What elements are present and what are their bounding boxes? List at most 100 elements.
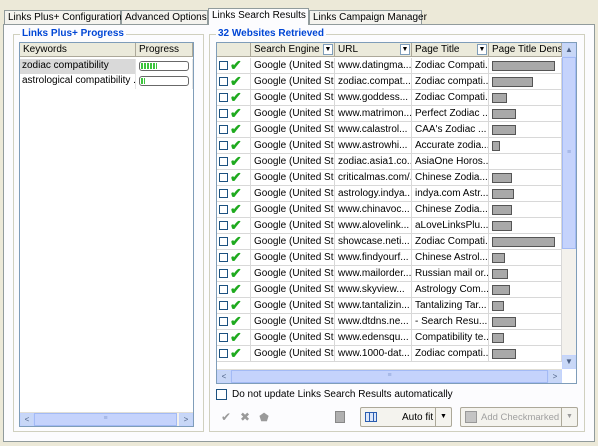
- row-checkbox[interactable]: [219, 237, 228, 246]
- url-cell: www.alovelink...: [335, 218, 412, 234]
- tab-links-plus-configuration[interactable]: Links Plus+ Configuration: [4, 10, 122, 24]
- check-selected-button[interactable]: ✔: [217, 408, 235, 426]
- scroll-right-button[interactable]: >: [179, 413, 193, 426]
- tab-links-campaign-manager[interactable]: Links Campaign Manager: [309, 10, 427, 24]
- filter-dropdown-icon[interactable]: ▼: [477, 44, 487, 55]
- add-checkmarked-dropdown-arrow-icon[interactable]: ▼: [561, 408, 577, 426]
- table-row[interactable]: ✔ Google (United St... www.calastrol... CAA…: [217, 122, 562, 138]
- scroll-right-button[interactable]: >: [548, 370, 562, 383]
- table-row[interactable]: ✔ Google (United St... zodiac.compat... Zod…: [217, 74, 562, 90]
- uncheck-selected-button[interactable]: ✖: [236, 408, 254, 426]
- filter-dropdown-icon[interactable]: ▼: [400, 44, 410, 55]
- list-item[interactable]: astrological compatibility ...: [20, 74, 193, 89]
- row-checkbox[interactable]: [219, 141, 228, 150]
- row-checkbox[interactable]: [219, 349, 228, 358]
- row-checkbox[interactable]: [219, 317, 228, 326]
- tab-links-search-results[interactable]: Links Search Results: [208, 8, 309, 25]
- table-row[interactable]: ✔ Google (United St... www.matrimon... Perf…: [217, 106, 562, 122]
- row-checkbox[interactable]: [219, 109, 228, 118]
- page-title-cell: Chinese Zodia...: [412, 202, 489, 218]
- url-cell: www.edensqu...: [335, 330, 412, 346]
- progress-cell: [136, 74, 193, 89]
- row-checkbox[interactable]: [219, 333, 228, 342]
- table-row[interactable]: ✔ Google (United St... www.goddess... Zodia…: [217, 90, 562, 106]
- table-row[interactable]: ✔ Google (United St... www.1000-dat... Zodi…: [217, 346, 562, 362]
- row-checkbox[interactable]: [219, 269, 228, 278]
- scroll-thumb[interactable]: ≡: [231, 370, 548, 383]
- tab-advanced-options[interactable]: Advanced Options: [121, 10, 208, 24]
- row-checkbox[interactable]: [219, 285, 228, 294]
- column-header-page-title-density[interactable]: Page Title Density: [489, 43, 562, 57]
- scroll-down-button[interactable]: ▼: [562, 355, 576, 369]
- row-checkbox[interactable]: [219, 77, 228, 86]
- no-update-option[interactable]: Do not update Links Search Results autom…: [216, 389, 453, 400]
- tab-label: Advanced Options: [125, 12, 207, 23]
- density-cell: [489, 234, 562, 250]
- density-cell: [489, 282, 562, 298]
- row-checkbox[interactable]: [219, 157, 228, 166]
- table-row[interactable]: ✔ Google (United St... showcase.neti... Zod…: [217, 234, 562, 250]
- density-bar: [492, 93, 507, 103]
- table-row[interactable]: ✔ Google (United St... www.findyourf... Chi…: [217, 250, 562, 266]
- results-hscrollbar[interactable]: < ≡ >: [217, 369, 562, 383]
- search-engine-cell: Google (United St...: [251, 202, 335, 218]
- checkmark-icon: ✔: [230, 186, 242, 201]
- row-check-cell: ✔: [217, 138, 251, 154]
- results-vscrollbar[interactable]: ▲ ≡ ▼: [562, 43, 576, 369]
- table-row[interactable]: ✔ Google (United St... www.astrowhi... Accu…: [217, 138, 562, 154]
- table-row[interactable]: ✔ Google (United St... criticalmas.com/...…: [217, 170, 562, 186]
- search-results-grid[interactable]: Search Engine ▼ URL ▼ Page Title ▼ Page Tit…: [216, 42, 577, 384]
- page-title-cell: Chinese Astrol...: [412, 250, 489, 266]
- column-header-keywords[interactable]: Keywords: [20, 43, 136, 57]
- table-row[interactable]: ✔ Google (United St... zodiac.asia1.co... A…: [217, 154, 562, 170]
- row-checkbox[interactable]: [219, 189, 228, 198]
- progress-bar-fill: [141, 63, 157, 69]
- no-update-checkbox[interactable]: [216, 389, 227, 400]
- row-checkbox[interactable]: [219, 125, 228, 134]
- filter-button[interactable]: ⬟: [255, 408, 273, 426]
- url-cell: www.astrowhi...: [335, 138, 412, 154]
- table-row[interactable]: ✔ Google (United St... www.dtdns.ne... - S…: [217, 314, 562, 330]
- column-header-search-engine[interactable]: Search Engine ▼: [251, 43, 335, 57]
- column-header-url[interactable]: URL ▼: [335, 43, 412, 57]
- row-checkbox[interactable]: [219, 61, 228, 70]
- density-cell: [489, 154, 562, 170]
- no-update-label: Do not update Links Search Results autom…: [232, 389, 453, 400]
- list-item[interactable]: zodiac compatibility: [20, 59, 193, 74]
- scroll-left-button[interactable]: <: [20, 413, 34, 426]
- table-row[interactable]: ✔ Google (United St... www.edensqu... Compa…: [217, 330, 562, 346]
- density-bar: [492, 221, 512, 231]
- autofit-button[interactable]: Auto fit ▼: [360, 407, 452, 427]
- scroll-thumb[interactable]: ≡: [562, 57, 576, 249]
- keyword-list-hscrollbar[interactable]: < ≡ >: [20, 412, 193, 426]
- row-checkbox[interactable]: [219, 93, 228, 102]
- density-bar: [492, 253, 505, 263]
- column-header-progress[interactable]: Progress: [136, 43, 193, 57]
- column-header-check[interactable]: [217, 43, 251, 57]
- scroll-thumb[interactable]: ≡: [34, 413, 177, 426]
- row-checkbox[interactable]: [219, 205, 228, 214]
- autofit-dropdown-arrow-icon[interactable]: ▼: [435, 408, 451, 426]
- add-checkmarked-button[interactable]: Add Checkmarked ▼: [460, 407, 578, 427]
- table-row[interactable]: ✔ Google (United St... www.skyview... Astro…: [217, 282, 562, 298]
- table-row[interactable]: ✔ Google (United St... www.mailorder... Rus…: [217, 266, 562, 282]
- list-header: Keywords Progress: [20, 43, 193, 57]
- scroll-left-button[interactable]: <: [217, 370, 231, 383]
- row-checkbox[interactable]: [219, 221, 228, 230]
- density-cell: [489, 218, 562, 234]
- table-row[interactable]: ✔ Google (United St... www.datingma... Zodi…: [217, 58, 562, 74]
- checkmark-icon: ✔: [230, 330, 242, 345]
- table-row[interactable]: ✔ Google (United St... www.alovelink... aLo…: [217, 218, 562, 234]
- export-button[interactable]: [331, 408, 349, 426]
- table-row[interactable]: ✔ Google (United St... www.chinavoc... Chin…: [217, 202, 562, 218]
- row-checkbox[interactable]: [219, 301, 228, 310]
- filter-dropdown-icon[interactable]: ▼: [323, 44, 333, 55]
- table-row[interactable]: ✔ Google (United St... www.tantalizin... Ta…: [217, 298, 562, 314]
- keyword-progress-list[interactable]: Keywords Progress zodiac compatibility a…: [19, 42, 194, 427]
- row-checkbox[interactable]: [219, 173, 228, 182]
- table-row[interactable]: ✔ Google (United St... astrology.indya... i…: [217, 186, 562, 202]
- density-bar: [492, 61, 555, 71]
- scroll-up-button[interactable]: ▲: [562, 43, 576, 57]
- column-header-page-title[interactable]: Page Title ▼: [412, 43, 489, 57]
- row-checkbox[interactable]: [219, 253, 228, 262]
